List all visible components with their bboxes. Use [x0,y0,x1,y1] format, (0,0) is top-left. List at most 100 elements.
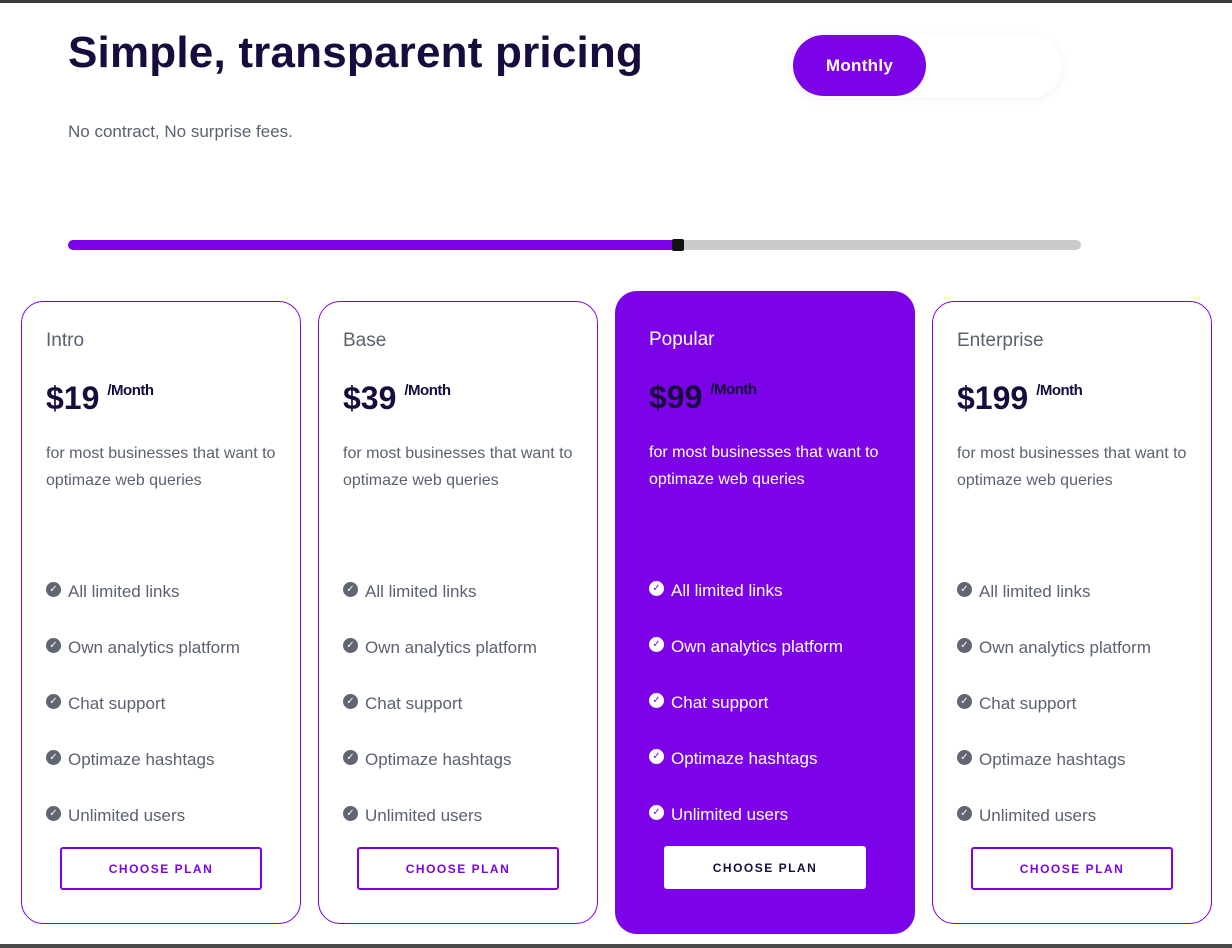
plan-card-intro: Intro $19 /Month for most businesses tha… [21,301,301,924]
check-circle-icon: ✓ [343,637,358,653]
choose-plan-button-enterprise[interactable]: CHOOSE PLAN [971,847,1173,890]
feature-label: Unlimited users [68,806,186,825]
feature-item: ✓ Unlimited users [957,788,1151,844]
progress-fill [68,240,678,250]
feature-item: ✓ Unlimited users [343,788,537,844]
billing-toggle-other-option[interactable] [928,35,1060,96]
check-circle-icon: ✓ [46,805,61,821]
feature-list: ✓ All limited links ✓ Own analytics platfo… [343,564,537,844]
plan-price: $99 [649,379,703,415]
feature-item: ✓ All limited links [343,564,537,620]
price-row: $199 /Month [957,380,1083,417]
check-circle-icon: ✓ [343,693,358,709]
plan-card-base: Base $39 /Month for most businesses that… [318,301,598,924]
feature-label: All limited links [68,582,180,601]
plan-price: $39 [343,380,397,416]
page-title: Simple, transparent pricing [68,28,644,77]
plan-name: Enterprise [957,330,1044,351]
progress-slider[interactable] [68,239,1081,251]
billing-toggle-monthly[interactable]: Monthly [793,35,926,96]
feature-label: All limited links [671,581,783,600]
plan-description: for most businesses that want to optimaz… [957,445,1187,489]
feature-item: ✓ Chat support [957,676,1151,732]
plan-name: Base [343,330,387,351]
check-circle-icon: ✓ [649,804,664,820]
feature-label: Own analytics platform [365,638,537,657]
plan-period: /Month [107,382,154,399]
feature-item: ✓ Own analytics platform [343,620,537,676]
feature-item: ✓ Optimaze hashtags [649,731,843,787]
window-top-edge [0,0,1232,3]
feature-label: Own analytics platform [671,637,843,656]
plan-period: /Month [404,382,451,399]
check-circle-icon: ✓ [46,637,61,653]
feature-item: ✓ Chat support [46,676,240,732]
feature-label: All limited links [365,582,477,601]
check-circle-icon: ✓ [957,693,972,709]
check-circle-icon: ✓ [46,749,61,765]
plan-period: /Month [1036,382,1083,399]
feature-label: Own analytics platform [68,638,240,657]
feature-label: Chat support [365,694,463,713]
feature-label: Optimaze hashtags [365,750,512,769]
feature-item: ✓ Optimaze hashtags [343,732,537,788]
window-bottom-edge [0,944,1232,948]
feature-item: ✓ Unlimited users [649,787,843,843]
check-circle-icon: ✓ [46,693,61,709]
feature-item: ✓ Unlimited users [46,788,240,844]
check-circle-icon: ✓ [649,748,664,764]
choose-plan-button-popular[interactable]: CHOOSE PLAN [664,846,866,889]
feature-label: Unlimited users [671,805,789,824]
check-circle-icon: ✓ [649,636,664,652]
price-row: $39 /Month [343,380,451,417]
check-circle-icon: ✓ [649,580,664,596]
plan-name: Intro [46,330,85,351]
check-circle-icon: ✓ [343,805,358,821]
progress-handle[interactable] [671,239,684,251]
feature-list: ✓ All limited links ✓ Own analytics platfo… [46,564,240,844]
check-circle-icon: ✓ [343,749,358,765]
feature-label: Unlimited users [365,806,483,825]
price-row: $99 /Month [649,379,757,416]
billing-toggle[interactable]: Monthly [792,34,1062,98]
plan-description: for most businesses that want to optimaz… [649,444,879,488]
check-circle-icon: ✓ [957,581,972,597]
plan-name: Popular [649,329,715,350]
feature-label: Optimaze hashtags [671,749,818,768]
choose-plan-button-base[interactable]: CHOOSE PLAN [357,847,559,890]
plan-price: $199 [957,380,1029,416]
feature-label: Chat support [979,694,1077,713]
feature-item: ✓ Own analytics platform [649,619,843,675]
feature-label: Unlimited users [979,806,1097,825]
feature-item: ✓ All limited links [957,564,1151,620]
check-circle-icon: ✓ [343,581,358,597]
choose-plan-button-intro[interactable]: CHOOSE PLAN [60,847,262,890]
feature-label: Optimaze hashtags [979,750,1126,769]
feature-label: Optimaze hashtags [68,750,215,769]
page-subtitle: No contract, No surprise fees. [68,122,293,141]
feature-list: ✓ All limited links ✓ Own analytics platfo… [957,564,1151,844]
feature-item: ✓ Chat support [649,675,843,731]
feature-item: ✓ All limited links [649,563,843,619]
plan-description: for most businesses that want to optimaz… [343,445,573,489]
feature-list: ✓ All limited links ✓ Own analytics platfo… [649,563,843,843]
feature-item: ✓ Chat support [343,676,537,732]
feature-label: Chat support [68,694,166,713]
feature-item: ✓ All limited links [46,564,240,620]
check-circle-icon: ✓ [957,749,972,765]
plan-card-enterprise: Enterprise $199 /Month for most business… [932,301,1212,924]
plan-description: for most businesses that want to optimaz… [46,445,276,489]
feature-item: ✓ Optimaze hashtags [46,732,240,788]
plan-card-popular: Popular $99 /Month for most businesses t… [615,291,915,934]
feature-item: ✓ Optimaze hashtags [957,732,1151,788]
price-row: $19 /Month [46,380,154,417]
check-circle-icon: ✓ [46,581,61,597]
feature-item: ✓ Own analytics platform [46,620,240,676]
feature-label: Own analytics platform [979,638,1151,657]
plan-period: /Month [710,381,757,398]
check-circle-icon: ✓ [957,637,972,653]
plan-price: $19 [46,380,100,416]
feature-item: ✓ Own analytics platform [957,620,1151,676]
feature-label: Chat support [671,693,769,712]
feature-label: All limited links [979,582,1091,601]
